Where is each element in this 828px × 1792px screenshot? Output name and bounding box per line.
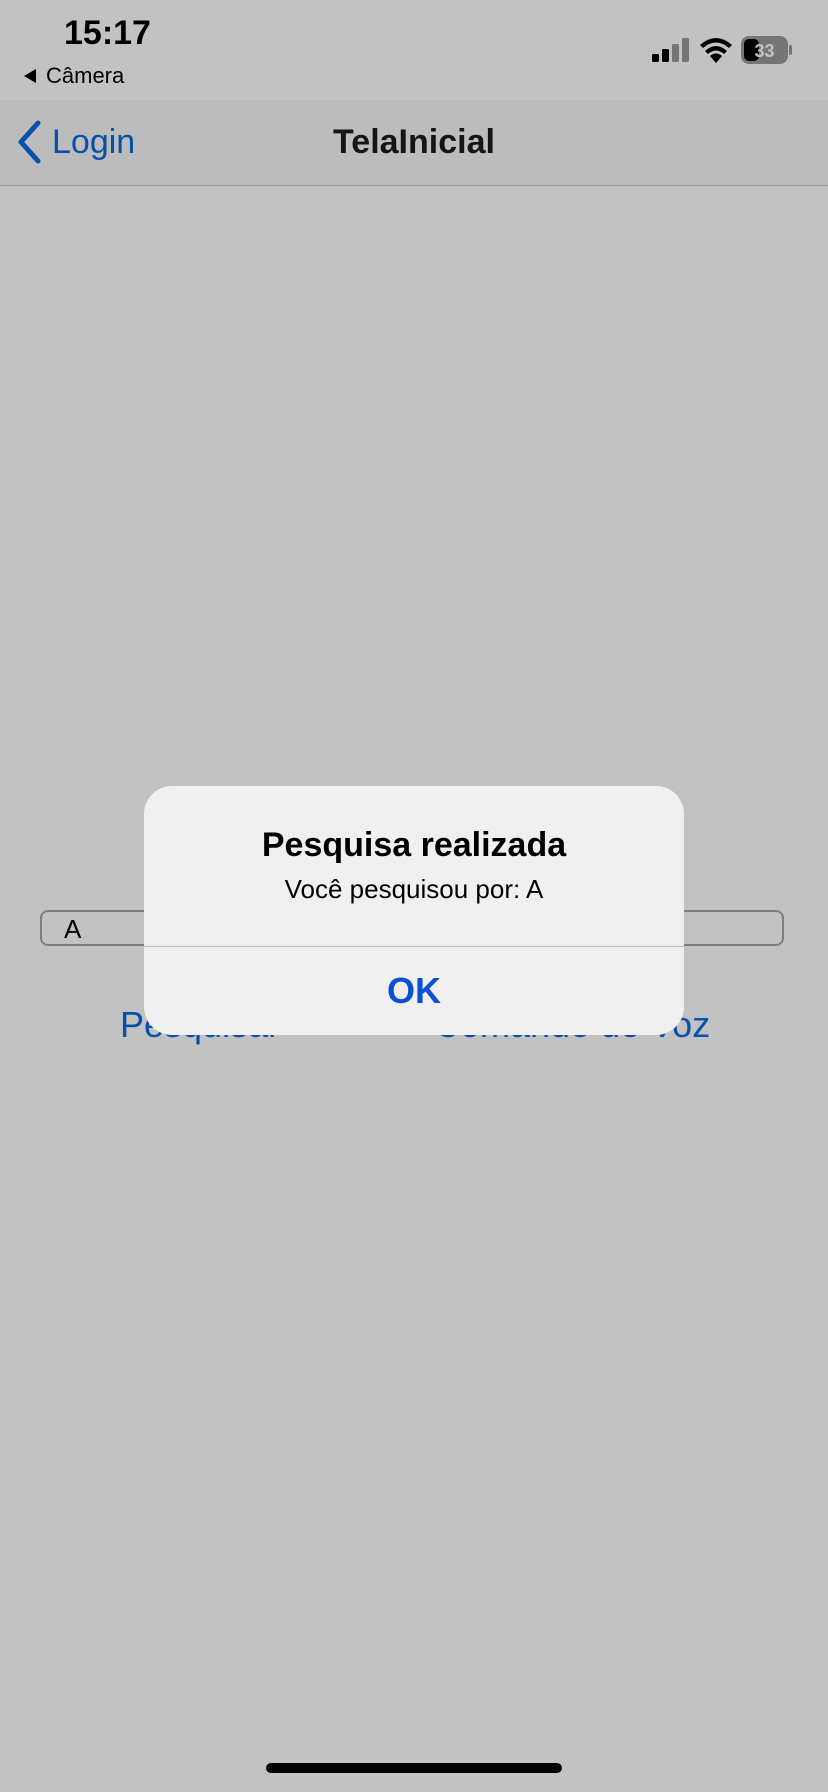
screen: 15:17 Câmera 33 TelaInicial Login A Voz … [0,0,828,1792]
alert-dialog: Pesquisa realizada Você pesquisou por: A… [144,786,684,1035]
alert-title: Pesquisa realizada [261,826,567,864]
alert-ok-button[interactable]: OK [144,947,684,1035]
alert-message: Você pesquisou por: A [284,874,544,904]
home-indicator[interactable] [266,1763,562,1773]
